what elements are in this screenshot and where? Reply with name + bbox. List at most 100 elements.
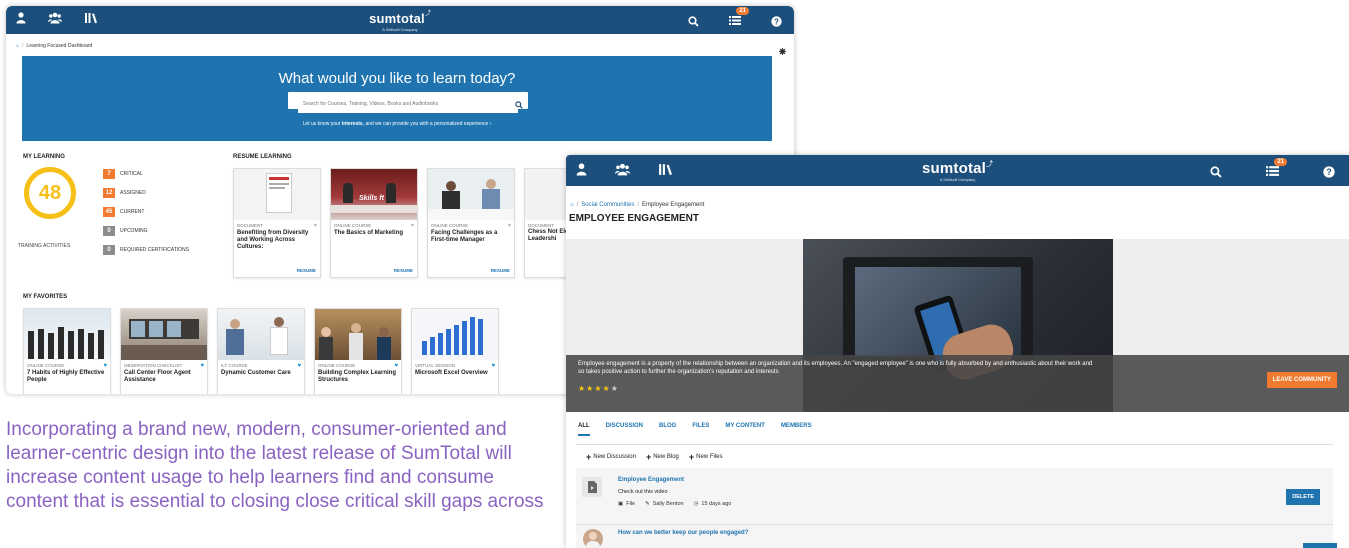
user-icon[interactable]: [16, 12, 26, 24]
resume-card[interactable]: DOCUMENT ♥ Benefiting from Diversity and …: [233, 168, 321, 278]
resume-link[interactable]: RESUME: [394, 268, 413, 273]
svg-text:?: ?: [1326, 167, 1331, 177]
heart-icon[interactable]: ♥: [491, 363, 495, 369]
search-icon[interactable]: [515, 96, 523, 114]
my-favorites-title: MY FAVORITES: [23, 294, 68, 300]
notifications-icon[interactable]: 21: [729, 7, 749, 30]
training-total: 48: [38, 181, 62, 204]
new-discussion-button[interactable]: + New Discussion: [586, 452, 636, 462]
community-window: sumtotal⤴ A Skillsoft Company 21 ? ⌂ / S…: [566, 155, 1349, 548]
pencil-icon: ✎: [645, 501, 650, 507]
stat-current[interactable]: 45 CURRENT: [103, 207, 144, 217]
resume-link[interactable]: RESUME: [491, 268, 510, 273]
feed-item: Employee Engagement Check out this video…: [582, 473, 1332, 519]
heart-icon[interactable]: ♥: [313, 223, 317, 229]
hero-question: What would you like to learn today?: [278, 70, 516, 87]
new-blog-button[interactable]: + New Blog: [646, 452, 679, 462]
gear-icon[interactable]: [779, 42, 786, 60]
card-thumbnail: [428, 169, 514, 220]
tab-files[interactable]: FILES: [692, 423, 709, 436]
notification-count: 21: [736, 7, 749, 15]
tab-my-content[interactable]: MY CONTENT: [725, 423, 765, 436]
card-thumbnail: [24, 309, 110, 360]
search-icon[interactable]: [1210, 166, 1222, 178]
my-learning-title: MY LEARNING: [23, 154, 65, 160]
tab-discussion[interactable]: DISCUSSION: [606, 423, 643, 436]
feed-item-meta: ▣ File ✎ Sally Benton ◷ 15 days ago: [618, 501, 732, 507]
feed-item-text: Check out this video: [618, 489, 668, 495]
feed-item-title[interactable]: How can we better keep our people engage…: [618, 530, 748, 536]
top-nav-bar: sumtotal⤴ A Skillsoft Company 21 ?: [6, 6, 794, 34]
tab-divider: [576, 444, 1333, 445]
top-nav-bar: sumtotal⤴ A Skillsoft Company 21 ?: [566, 155, 1349, 186]
favorite-card[interactable]: ONLINE COURSE ♥ 7 Habits of Highly Effect…: [23, 308, 111, 394]
new-files-button[interactable]: + New Files: [689, 452, 723, 462]
rating-stars[interactable]: ★★★★★: [578, 384, 619, 393]
stat-upcoming[interactable]: 0 UPCOMING: [103, 226, 148, 236]
tab-members[interactable]: MEMBERS: [781, 423, 812, 436]
team-icon[interactable]: [615, 163, 630, 176]
card-thumbnail: [121, 309, 207, 360]
marketing-caption: Incorporating a brand new, modern, consu…: [6, 419, 544, 512]
feed-divider: [576, 524, 1333, 525]
favorite-card[interactable]: ILT COURSE ♥ Dynamic Customer Care: [217, 308, 305, 394]
help-icon[interactable]: ?: [771, 15, 782, 27]
search-icon[interactable]: [688, 15, 699, 27]
card-thumbnail: [218, 309, 304, 360]
plus-icon: +: [586, 452, 592, 462]
avatar: [583, 529, 603, 548]
favorite-card[interactable]: OBSERVATION CHECKLIST ♥ Call Center Floor…: [120, 308, 208, 394]
search-box: [288, 92, 528, 113]
card-thumbnail: [412, 309, 498, 360]
team-icon[interactable]: [48, 12, 62, 24]
community-banner: Employee engagement is a property of the…: [566, 239, 1349, 412]
leave-community-button[interactable]: LEAVE COMMUNITY: [1266, 372, 1337, 388]
delete-button[interactable]: DELETE: [1286, 489, 1320, 505]
help-icon[interactable]: ?: [1323, 166, 1335, 178]
new-actions-bar: + New Discussion + New Blog + New Files: [586, 452, 723, 462]
stat-assigned[interactable]: 12 ASSIGNED: [103, 188, 146, 198]
heart-icon[interactable]: ♥: [200, 363, 204, 369]
resume-card[interactable]: Skills ft ONLINE COURSE ♥ The Basics of M…: [330, 168, 418, 278]
library-icon[interactable]: [84, 12, 98, 24]
star-empty-icon: ★: [610, 384, 619, 393]
plus-icon: +: [688, 452, 695, 462]
breadcrumb-current: Learning Focused Dashboard: [26, 43, 93, 49]
tab-all[interactable]: ALL: [578, 423, 590, 436]
breadcrumb-social-communities[interactable]: Social Communities: [581, 202, 634, 208]
stat-required-certifications[interactable]: 0 REQUIRED CERTIFICATIONS: [103, 245, 189, 255]
svg-text:?: ?: [774, 17, 779, 26]
feed-action-button[interactable]: [1303, 543, 1337, 548]
heart-icon[interactable]: ♥: [297, 363, 301, 369]
tab-blog[interactable]: BLOG: [659, 423, 676, 436]
banner-overlay: Employee engagement is a property of the…: [566, 355, 1349, 412]
home-icon[interactable]: ⌂: [16, 43, 19, 49]
sumtotal-logo: sumtotal⤴ A Skillsoft Company: [921, 160, 994, 182]
home-icon[interactable]: ⌂: [570, 202, 574, 208]
user-icon[interactable]: [576, 163, 587, 176]
stat-critical[interactable]: 7 CRITICAL: [103, 169, 143, 179]
heart-icon[interactable]: ♥: [394, 363, 398, 369]
search-input[interactable]: [298, 95, 518, 113]
notification-count: 21: [1274, 158, 1287, 166]
library-icon[interactable]: [658, 163, 673, 176]
interests-link[interactable]: Let us know your interests, and we can p…: [22, 121, 772, 127]
training-ring[interactable]: 48: [24, 167, 76, 219]
plus-icon: +: [645, 452, 652, 462]
heart-icon[interactable]: ♥: [410, 223, 414, 229]
favorite-card[interactable]: ONLINE COURSE ♥ Building Complex Learning…: [314, 308, 402, 394]
card-thumbnail: [234, 169, 320, 220]
feed-item-title[interactable]: Employee Engagement: [618, 477, 684, 483]
video-file-icon: [582, 477, 602, 497]
heart-icon[interactable]: ♥: [103, 363, 107, 369]
favorite-card[interactable]: VIRTUAL SESSION ♥ Microsoft Excel Overvie…: [411, 308, 499, 394]
page-title: EMPLOYEE ENGAGEMENT: [569, 213, 700, 224]
resume-link[interactable]: RESUME: [297, 268, 316, 273]
heart-icon[interactable]: ♥: [507, 223, 511, 229]
training-label: TRAINING ACTIVITIES: [18, 243, 71, 249]
star-icon: ★★★★: [578, 384, 611, 393]
card-thumbnail: [315, 309, 401, 360]
resume-card[interactable]: ONLINE COURSE ♥ Facing Challenges as a Fi…: [427, 168, 515, 278]
notifications-icon[interactable]: 21: [1266, 158, 1287, 181]
resume-learning-title: RESUME LEARNING: [233, 154, 292, 160]
